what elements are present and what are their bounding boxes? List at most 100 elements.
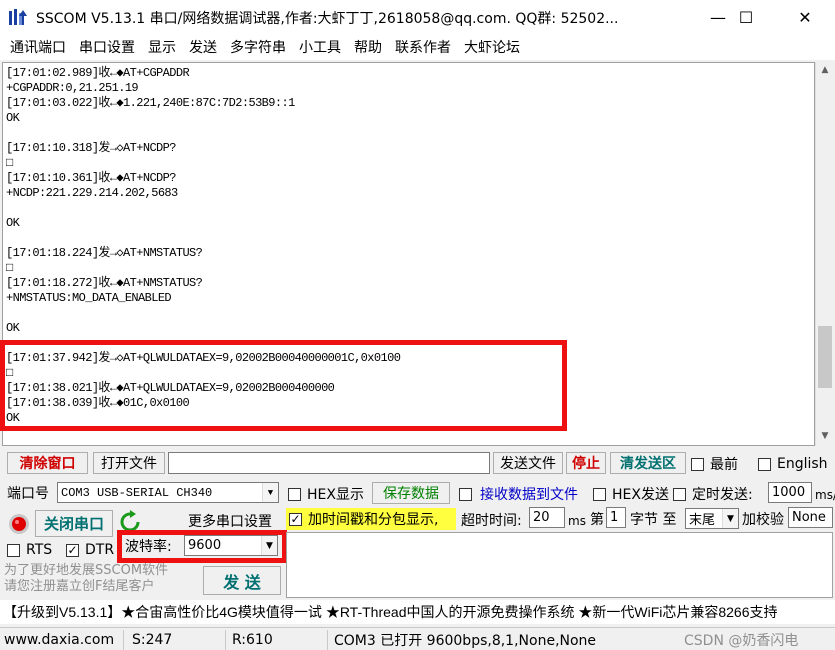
log-line: +NCDP:221.229.214.202,5683	[6, 186, 178, 200]
scroll-down-icon[interactable]: ▼	[816, 428, 834, 444]
menu-bar: 通讯端口 串口设置 显示 发送 多字符串 小工具 帮助 联系作者 大虾论坛	[0, 34, 835, 60]
stop-button[interactable]: 停止	[566, 452, 606, 474]
english-checkbox-box[interactable]	[758, 457, 771, 471]
english-checkbox[interactable]: English	[758, 455, 828, 473]
log-line: OK	[6, 321, 20, 335]
byte-label-mid: 字节 至	[630, 512, 677, 528]
scroll-thumb[interactable]	[818, 326, 832, 388]
window-title: SSCOM V5.13.1 串口/网络数据调试器,作者:大虾丁丁,2618058…	[36, 11, 619, 27]
menu-item-port[interactable]: 通讯端口	[6, 37, 75, 57]
byte-end-select[interactable]: 末尾 ▼	[685, 508, 739, 529]
more-settings-button[interactable]: 更多串口设置	[182, 510, 278, 532]
menu-item-help[interactable]: 帮助	[350, 37, 391, 57]
timeout-label: 超时时间:	[461, 513, 522, 529]
hex-display-checkbox[interactable]: HEX显示	[288, 485, 364, 503]
rts-checkbox-box[interactable]	[7, 543, 20, 557]
file-path-input[interactable]	[168, 452, 490, 474]
port-label: 端口号	[7, 486, 49, 502]
log-line: □	[6, 156, 13, 170]
hex-display-checkbox-box[interactable]	[288, 487, 301, 501]
timed-send-checkbox[interactable]: 定时发送:	[673, 485, 753, 503]
send-file-button[interactable]: 发送文件	[493, 452, 563, 474]
app-icon	[9, 9, 27, 25]
log-line: □	[6, 261, 13, 275]
menu-item-display[interactable]: 显示	[144, 37, 185, 57]
dtr-checkbox[interactable]: DTR	[66, 541, 114, 559]
english-label: English	[777, 456, 828, 472]
close-button[interactable]: ✕	[776, 0, 834, 34]
port-value: COM3 USB-SERIAL CH340	[61, 485, 213, 500]
status-bar: www.daxia.com S:247 R:610 COM3 已打开 9600b…	[0, 627, 835, 650]
close-port-button[interactable]: 关闭串口	[35, 510, 113, 537]
log-line: OK	[6, 216, 20, 230]
website-link[interactable]: www.daxia.com	[0, 630, 124, 650]
timed-send-checkbox-box[interactable]	[673, 487, 686, 501]
chevron-down-icon[interactable]: ▼	[262, 483, 278, 502]
log-line: [17:01:18.224]发→◇AT+NMSTATUS?	[6, 246, 203, 260]
hex-display-label: HEX显示	[307, 487, 364, 503]
checksum-label: 加校验	[742, 512, 784, 528]
dtr-checkbox-box[interactable]	[66, 543, 79, 557]
rts-checkbox[interactable]: RTS	[7, 541, 52, 559]
menu-item-tools[interactable]: 小工具	[295, 37, 350, 57]
log-line: [17:01:03.022]收←◆1.221,240E:87C:7D2:53B9…	[6, 96, 295, 110]
front-checkbox-box[interactable]	[691, 457, 704, 471]
byte-end-value: 末尾	[689, 513, 716, 528]
timeout-unit: ms	[568, 514, 586, 528]
receive-scrollbar[interactable]: ▲ ▼	[815, 62, 833, 446]
interval-input[interactable]: 1000	[768, 482, 812, 503]
watermark: CSDN @奶香闪电	[684, 633, 799, 649]
interval-unit: ms/次	[815, 487, 835, 502]
maximize-button[interactable]: ☐	[717, 0, 775, 34]
log-line: [17:01:10.318]发→◇AT+NCDP?	[6, 141, 176, 155]
promo-text: 为了更好地发展SSCOM软件 请您注册嘉立创F结尾客户	[4, 563, 169, 594]
front-checkbox[interactable]: 最前	[691, 455, 738, 473]
baud-select[interactable]: 9600 ▼	[184, 535, 278, 556]
hex-send-checkbox-box[interactable]	[593, 487, 606, 501]
clear-send-button[interactable]: 清发送区	[610, 452, 686, 474]
baud-value: 9600	[188, 538, 222, 553]
send-input[interactable]	[286, 532, 833, 598]
log-line: OK	[6, 111, 20, 125]
timeout-input[interactable]: 20	[529, 507, 565, 528]
open-file-button[interactable]: 打开文件	[93, 452, 165, 474]
dtr-label: DTR	[85, 542, 115, 558]
port-select[interactable]: COM3 USB-SERIAL CH340 ▼	[57, 482, 279, 503]
hex-send-checkbox[interactable]: HEX发送	[593, 485, 669, 503]
news-ticker[interactable]: 【升级到V5.13.1】★合宙高性价比4G模块值得一试 ★RT-Thread中国…	[0, 600, 835, 624]
recv-to-file-checkbox[interactable]: 接收数据到文件	[459, 485, 578, 503]
log-line: +CGPADDR:0,21.251.19	[6, 81, 139, 95]
received-count: R:610	[228, 630, 328, 650]
menu-item-multi-string[interactable]: 多字符串	[226, 37, 295, 57]
chevron-down-icon[interactable]: ▼	[722, 509, 738, 528]
clear-window-button[interactable]: 清除窗口	[7, 452, 88, 474]
timestamp-checkbox-box[interactable]	[289, 512, 302, 526]
menu-item-contact[interactable]: 联系作者	[391, 37, 460, 57]
port-status-icon	[8, 513, 30, 535]
send-button[interactable]: 发 送	[203, 566, 281, 595]
chevron-down-icon[interactable]: ▼	[261, 536, 277, 555]
log-line: [17:01:18.272]收←◆AT+NMSTATUS?	[6, 276, 203, 290]
save-data-button[interactable]: 保存数据	[372, 482, 450, 504]
timestamp-checkbox[interactable]: 加时间戳和分包显示,	[286, 508, 456, 530]
menu-item-forum[interactable]: 大虾论坛	[460, 37, 529, 57]
port-state: COM3 已打开 9600bps,8,1,None,None	[334, 633, 597, 649]
byte-index-input[interactable]: 1	[606, 507, 626, 528]
rts-label: RTS	[26, 542, 53, 558]
scroll-up-icon[interactable]: ▲	[816, 62, 834, 78]
baud-label: 波特率:	[125, 539, 172, 555]
timestamp-label: 加时间戳和分包显示,	[308, 512, 439, 528]
recv-to-file-checkbox-box[interactable]	[459, 487, 472, 501]
title-bar: SSCOM V5.13.1 串口/网络数据调试器,作者:大虾丁丁,2618058…	[0, 0, 835, 34]
menu-item-send[interactable]: 发送	[185, 37, 226, 57]
checksum-select[interactable]: None	[788, 507, 833, 528]
menu-item-serial-settings[interactable]: 串口设置	[75, 37, 144, 57]
log-line: [17:01:10.361]收←◆AT+NCDP?	[6, 171, 176, 185]
front-label: 最前	[710, 457, 738, 473]
highlight-box	[0, 340, 567, 431]
byte-label-prefix: 第	[590, 512, 604, 528]
